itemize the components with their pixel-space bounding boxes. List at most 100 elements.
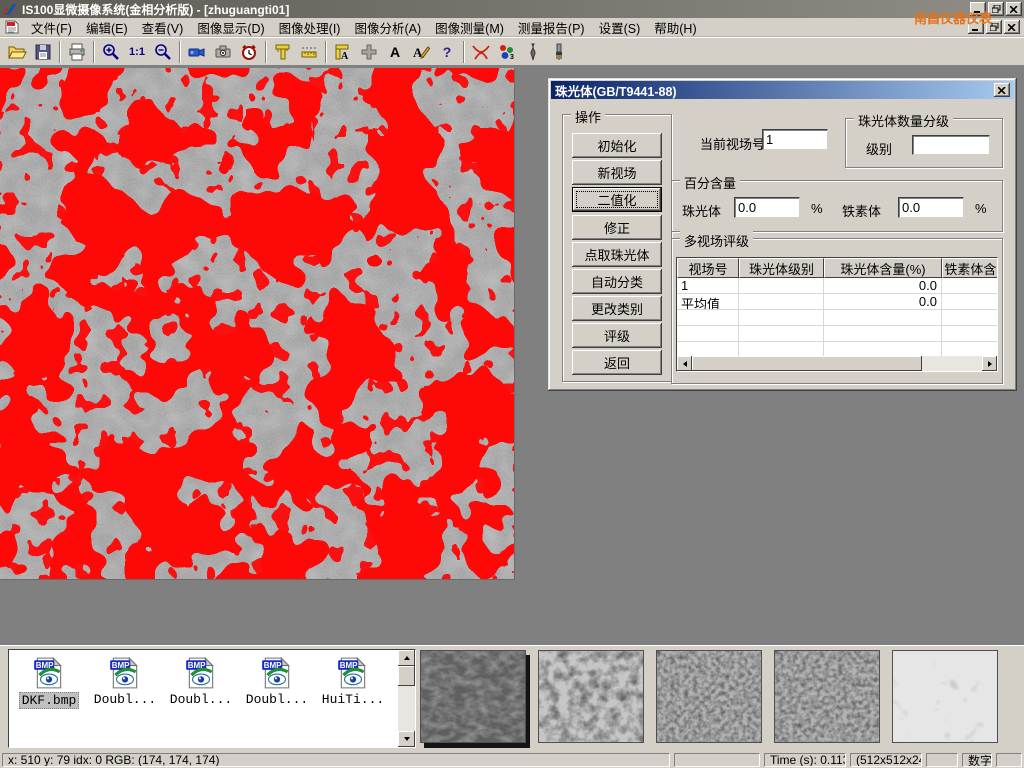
close-button[interactable]: [1006, 2, 1022, 16]
alarm-clock-icon: [239, 42, 259, 62]
file-name: Doubl...: [168, 692, 234, 707]
measure-font-button[interactable]: A: [330, 40, 356, 64]
ferrite-percent-input[interactable]: [898, 197, 964, 218]
classify-tool-button[interactable]: 3: [494, 40, 520, 64]
open-folder-icon: [7, 42, 27, 62]
file-item[interactable]: Doubl...: [87, 656, 163, 728]
thumbnail-1[interactable]: [420, 650, 526, 743]
zoom-in-button[interactable]: [98, 40, 124, 64]
help-button[interactable]: ?: [434, 40, 460, 64]
change-class-button[interactable]: 更改类别: [572, 296, 662, 321]
photo-capture-button[interactable]: [210, 40, 236, 64]
grade-input[interactable]: [912, 135, 990, 155]
metallographic-image[interactable]: [0, 68, 515, 580]
scroll-right-button[interactable]: [982, 356, 997, 371]
table-row[interactable]: 1 0.0: [677, 278, 998, 294]
curve-tool-button[interactable]: [468, 40, 494, 64]
video-capture-button[interactable]: [184, 40, 210, 64]
auto-classify-button[interactable]: 自动分类: [572, 269, 662, 294]
brush-tool-button[interactable]: [546, 40, 572, 64]
minimize-button[interactable]: [970, 2, 986, 16]
open-file-button[interactable]: [4, 40, 30, 64]
file-list-scrollbar[interactable]: [398, 650, 415, 747]
menu-measure-report[interactable]: 测量报告(P): [511, 16, 592, 39]
multi-field-group-label: 多视场评级: [680, 231, 753, 250]
status-image-size: (512x512x24): [850, 753, 922, 767]
save-button[interactable]: [30, 40, 56, 64]
table-horizontal-scrollbar[interactable]: [677, 356, 997, 371]
col-ferrite-amount[interactable]: 铁素体含量(%): [942, 258, 998, 278]
down-arrow-icon: [404, 737, 410, 741]
file-item[interactable]: Doubl...: [239, 656, 315, 728]
scrollbar-track[interactable]: [692, 356, 982, 371]
menu-edit[interactable]: 编辑(E): [79, 16, 135, 39]
cell-grade: [739, 278, 824, 294]
binarize-button[interactable]: 二值化: [572, 187, 662, 212]
help-icon: ?: [443, 44, 452, 60]
current-field-input[interactable]: [762, 129, 828, 150]
scroll-up-button[interactable]: [398, 650, 415, 666]
child-restore-button[interactable]: [986, 20, 1002, 34]
thumbnail-5[interactable]: [892, 650, 998, 743]
scroll-left-button[interactable]: [677, 356, 692, 371]
cell-pearlite: 0.0: [824, 278, 942, 294]
return-button[interactable]: 返回: [572, 350, 662, 375]
scroll-down-button[interactable]: [398, 731, 415, 747]
caliper-icon: [273, 42, 293, 62]
grade-button[interactable]: 评级: [572, 323, 662, 348]
ruler-measure-button[interactable]: [296, 40, 322, 64]
annotate-tool-button[interactable]: A: [408, 40, 434, 64]
menu-view[interactable]: 查看(V): [135, 16, 191, 39]
print-button[interactable]: [64, 40, 90, 64]
scrollbar-thumb[interactable]: [398, 666, 415, 686]
camera-icon: [213, 42, 233, 62]
correct-button[interactable]: 修正: [572, 215, 662, 240]
actual-size-button[interactable]: 1:1: [124, 40, 150, 64]
col-pearlite-grade[interactable]: 珠光体级别: [739, 258, 824, 278]
current-field-label: 当前视场号: [700, 134, 765, 153]
col-pearlite-amount[interactable]: 珠光体含量(%): [824, 258, 942, 278]
floppy-icon: [33, 42, 53, 62]
restore-button[interactable]: [988, 2, 1004, 16]
text-tool-button[interactable]: A: [382, 40, 408, 64]
close-icon: [998, 87, 1006, 94]
file-item[interactable]: Doubl...: [163, 656, 239, 728]
rating-table-header: 视场号 珠光体级别 珠光体含量(%) 铁素体含量(%): [677, 258, 998, 278]
document-icon[interactable]: [4, 19, 20, 35]
pick-pearlite-button[interactable]: 点取珠光体: [572, 242, 662, 267]
zoom-out-button[interactable]: [150, 40, 176, 64]
dialog-title-bar[interactable]: 珠光体(GB/T9441-88): [551, 81, 1014, 99]
bmp-file-icon: [336, 656, 370, 690]
child-minimize-button[interactable]: [968, 20, 984, 34]
up-arrow-icon: [404, 656, 410, 660]
file-item[interactable]: DKF.bmp: [11, 656, 87, 728]
menu-help[interactable]: 帮助(H): [647, 16, 703, 39]
thumbnail-2[interactable]: [538, 650, 644, 743]
menu-image-display[interactable]: 图像显示(D): [190, 16, 271, 39]
col-field-no[interactable]: 视场号: [677, 258, 739, 278]
picker-tool-button[interactable]: [520, 40, 546, 64]
thumbnail-4[interactable]: [774, 650, 880, 743]
caliper-measure-button[interactable]: [270, 40, 296, 64]
child-close-button[interactable]: [1004, 20, 1020, 34]
file-item[interactable]: HuiTi...: [315, 656, 391, 728]
new-field-button[interactable]: 新视场: [572, 160, 662, 185]
table-row-empty: [677, 326, 998, 342]
move-tool-button[interactable]: [356, 40, 382, 64]
menu-image-measure[interactable]: 图像测量(M): [428, 16, 511, 39]
timer-capture-button[interactable]: [236, 40, 262, 64]
menu-settings[interactable]: 设置(S): [592, 16, 648, 39]
table-row[interactable]: 平均值 0.0: [677, 294, 998, 310]
menu-image-analysis[interactable]: 图像分析(A): [347, 16, 428, 39]
pen-icon: [523, 42, 543, 62]
grade-group-label: 珠光体数量分级: [854, 111, 953, 130]
scrollbar-thumb[interactable]: [692, 356, 922, 371]
menu-image-process[interactable]: 图像处理(I): [272, 16, 348, 39]
dialog-close-button[interactable]: [994, 83, 1010, 97]
pearlite-percent-input[interactable]: [734, 197, 800, 218]
init-button[interactable]: 初始化: [572, 133, 662, 158]
file-name: Doubl...: [244, 692, 310, 707]
menu-file[interactable]: 文件(F): [24, 16, 79, 39]
file-name: HuiTi...: [320, 692, 386, 707]
thumbnail-3[interactable]: [656, 650, 762, 743]
